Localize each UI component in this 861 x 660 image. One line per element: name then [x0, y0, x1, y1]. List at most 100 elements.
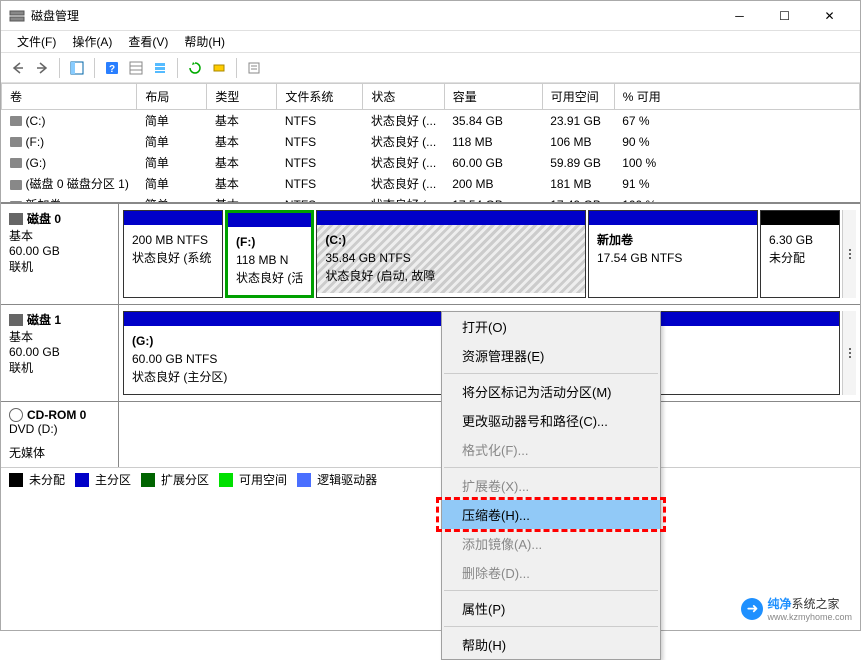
col-layout[interactable]: 布局	[137, 84, 207, 110]
scroll-indicator[interactable]	[842, 311, 856, 395]
ctx-help[interactable]: 帮助(H)	[442, 630, 660, 659]
disk-1-name: 磁盘 1	[27, 311, 61, 328]
menubar: 文件(F) 操作(A) 查看(V) 帮助(H)	[1, 31, 860, 53]
legend-swatch-logical	[297, 473, 311, 487]
partition-size: 17.54 GB NTFS	[597, 249, 749, 267]
menu-file[interactable]: 文件(F)	[9, 31, 64, 52]
legend-swatch-ext	[141, 473, 155, 487]
disk-1-label[interactable]: 磁盘 1 基本 60.00 GB 联机	[1, 305, 119, 401]
disk-0-status: 联机	[9, 258, 110, 275]
table-row[interactable]: (G:)简单基本NTFS状态良好 (...60.00 GB59.89 GB100…	[2, 152, 860, 173]
partition-newvol[interactable]: 新加卷 17.54 GB NTFS	[588, 210, 758, 298]
cdrom-type: DVD (D:)	[9, 422, 110, 436]
context-menu: 打开(O) 资源管理器(E) 将分区标记为活动分区(M) 更改驱动器号和路径(C…	[441, 311, 661, 660]
minimize-button[interactable]: ─	[717, 2, 762, 30]
legend-primary: 主分区	[95, 471, 131, 488]
ctx-add-mirror[interactable]: 添加镜像(A)...	[442, 529, 660, 558]
col-volume[interactable]: 卷	[2, 84, 137, 110]
table-row[interactable]: (C:)简单基本NTFS状态良好 (...35.84 GB23.91 GB67 …	[2, 110, 860, 132]
cd-icon	[9, 408, 23, 422]
legend-swatch-unalloc	[9, 473, 23, 487]
back-icon[interactable]	[7, 57, 29, 79]
watermark-rest: 系统之家	[792, 597, 840, 611]
volume-icon	[10, 180, 22, 190]
volume-table: 卷 布局 类型 文件系统 状态 容量 可用空间 % 可用 (C:)简单基本NTF…	[1, 83, 860, 203]
disk-0-label[interactable]: 磁盘 0 基本 60.00 GB 联机	[1, 204, 119, 304]
ctx-explorer[interactable]: 资源管理器(E)	[442, 341, 660, 370]
rescan-icon[interactable]	[208, 57, 230, 79]
table-row[interactable]: 新加卷简单基本NTFS状态良好 (...17.54 GB17.49 GB100 …	[2, 194, 860, 203]
disk-1-row: 磁盘 1 基本 60.00 GB 联机 (G:) 60.00 GB NTFS 状…	[1, 305, 860, 402]
titlebar: 磁盘管理 ─ ☐ ✕	[1, 1, 860, 31]
volume-icon	[10, 116, 22, 126]
disk-1-status: 联机	[9, 359, 110, 376]
partition-status: 状态良好 (系统	[132, 249, 214, 267]
legend: 未分配 主分区 扩展分区 可用空间 逻辑驱动器	[1, 467, 860, 491]
cdrom-label[interactable]: CD-ROM 0 DVD (D:) 无媒体	[1, 402, 119, 467]
window-title: 磁盘管理	[31, 7, 717, 24]
col-type[interactable]: 类型	[207, 84, 277, 110]
app-icon	[9, 8, 25, 24]
partition-label: (F:)	[236, 235, 255, 249]
ctx-mark-active[interactable]: 将分区标记为活动分区(M)	[442, 377, 660, 406]
ctx-properties[interactable]: 属性(P)	[442, 594, 660, 623]
disk-0-name: 磁盘 0	[27, 210, 61, 227]
maximize-button[interactable]: ☐	[762, 2, 807, 30]
show-tree-icon[interactable]	[66, 57, 88, 79]
disk-0-size: 60.00 GB	[9, 244, 110, 258]
disk-0-type: 基本	[9, 227, 110, 244]
disk-icon	[9, 314, 23, 326]
partition-system[interactable]: 200 MB NTFS 状态良好 (系统	[123, 210, 223, 298]
legend-unalloc: 未分配	[29, 471, 65, 488]
ctx-open[interactable]: 打开(O)	[442, 312, 660, 341]
legend-swatch-free	[219, 473, 233, 487]
partition-label: 新加卷	[597, 233, 633, 247]
watermark: ➜ 纯净系统之家 www.kzmyhome.com	[741, 595, 852, 622]
detail-icon[interactable]	[125, 57, 147, 79]
ctx-change-drive[interactable]: 更改驱动器号和路径(C)...	[442, 406, 660, 435]
properties-icon[interactable]	[243, 57, 265, 79]
partition-status: 状态良好 (活	[236, 269, 303, 287]
scroll-indicator[interactable]	[842, 210, 856, 298]
cdrom-name: CD-ROM 0	[27, 408, 86, 422]
partition-c[interactable]: (C:) 35.84 GB NTFS 状态良好 (启动, 故障	[316, 210, 586, 298]
partition-status: 未分配	[769, 249, 831, 267]
menu-view[interactable]: 查看(V)	[120, 31, 176, 52]
partition-size: 35.84 GB NTFS	[325, 249, 577, 267]
menu-action[interactable]: 操作(A)	[64, 31, 120, 52]
partition-label: (G:)	[132, 334, 153, 348]
help-icon[interactable]: ?	[101, 57, 123, 79]
toolbar: ?	[1, 53, 860, 83]
col-free[interactable]: 可用空间	[542, 84, 614, 110]
volume-list[interactable]: 卷 布局 类型 文件系统 状态 容量 可用空间 % 可用 (C:)简单基本NTF…	[1, 83, 860, 203]
watermark-icon: ➜	[741, 598, 763, 620]
disk-icon	[9, 213, 23, 225]
ctx-format[interactable]: 格式化(F)...	[442, 435, 660, 464]
ctx-shrink[interactable]: 压缩卷(H)...	[442, 500, 660, 529]
close-button[interactable]: ✕	[807, 2, 852, 30]
partition-unallocated[interactable]: 6.30 GB 未分配	[760, 210, 840, 298]
refresh-icon[interactable]	[184, 57, 206, 79]
col-fs[interactable]: 文件系统	[277, 84, 363, 110]
ctx-delete[interactable]: 删除卷(D)...	[442, 558, 660, 587]
list-icon[interactable]	[149, 57, 171, 79]
partition-f[interactable]: (F:) 118 MB N 状态良好 (活	[225, 210, 314, 298]
col-capacity[interactable]: 容量	[444, 84, 542, 110]
partition-size: 6.30 GB	[769, 231, 831, 249]
table-row[interactable]: (磁盘 0 磁盘分区 1)简单基本NTFS状态良好 (...200 MB181 …	[2, 173, 860, 194]
ctx-extend[interactable]: 扩展卷(X)...	[442, 471, 660, 500]
col-status[interactable]: 状态	[363, 84, 444, 110]
partition-size: 118 MB N	[236, 251, 303, 269]
window-controls: ─ ☐ ✕	[717, 2, 852, 30]
watermark-url: www.kzmyhome.com	[767, 612, 852, 622]
table-row[interactable]: (F:)简单基本NTFS状态良好 (...118 MB106 MB90 %	[2, 131, 860, 152]
menu-help[interactable]: 帮助(H)	[176, 31, 233, 52]
cdrom-status: 无媒体	[9, 444, 110, 461]
watermark-brand: 纯净	[767, 597, 791, 611]
disk-0-partitions: 200 MB NTFS 状态良好 (系统 (F:) 118 MB N 状态良好 …	[119, 204, 860, 304]
forward-icon[interactable]	[31, 57, 53, 79]
disk-1-type: 基本	[9, 328, 110, 345]
cdrom-row: CD-ROM 0 DVD (D:) 无媒体	[1, 402, 860, 467]
col-pctfree[interactable]: % 可用	[614, 84, 859, 110]
partition-status: 状态良好 (启动, 故障	[325, 267, 577, 285]
